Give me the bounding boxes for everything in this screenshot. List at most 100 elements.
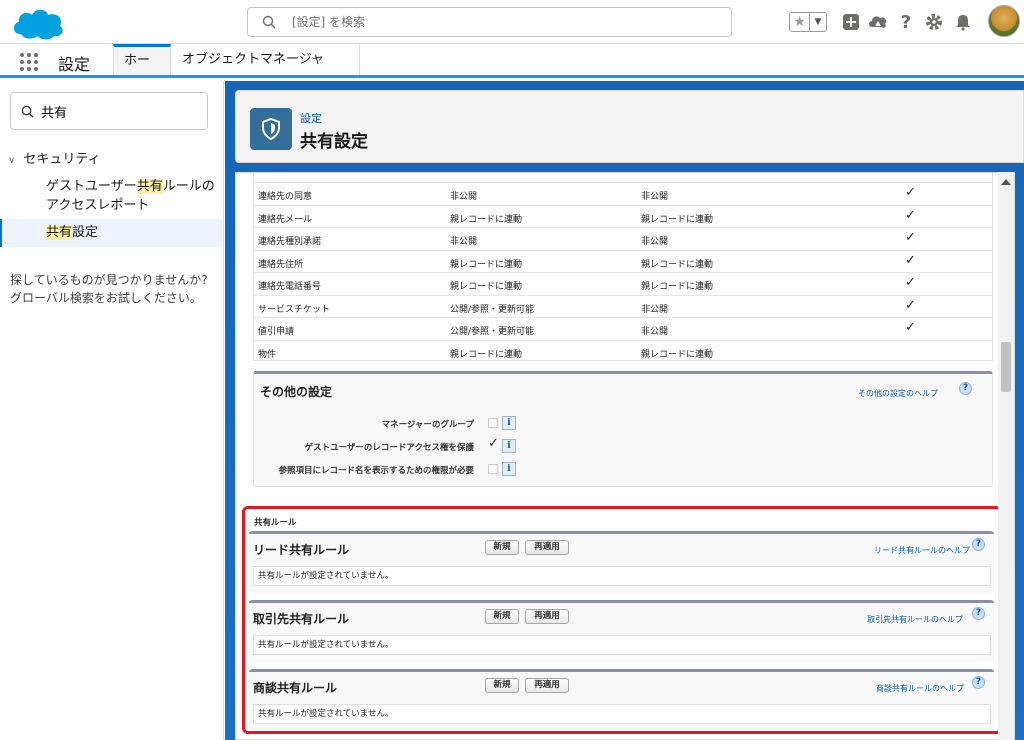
info-icon[interactable]: i	[502, 462, 516, 476]
favorites-group[interactable]: ★ ▼	[789, 12, 827, 32]
table-row: 連絡先の同意 非公開 非公開 ✓	[254, 183, 992, 206]
external-access: 親レコードに連動	[641, 214, 714, 225]
add-icon[interactable]	[841, 12, 861, 32]
global-search-input[interactable]	[292, 13, 712, 31]
setting-label: 参照項目にレコード名を表示するための権限が必要	[278, 466, 474, 476]
checkmark-icon[interactable]: ✓	[488, 436, 499, 451]
internal-access: 親レコードに連動	[450, 282, 523, 292]
setting-checkbox[interactable]	[488, 418, 498, 428]
table-row: 連絡先メール 親レコードに連動 親レコードに連動 ✓	[254, 206, 992, 228]
table-row	[254, 173, 992, 183]
sidebar-item-sharing-settings[interactable]: 共有設定	[0, 219, 223, 247]
internal-access: 親レコードに連動	[450, 349, 523, 360]
help-icon[interactable]: ?	[959, 382, 972, 395]
tab-object-manager[interactable]: オブジェクトマネージャー﹀	[172, 44, 360, 98]
empty-message: 共有ルールが設定されていません。	[253, 566, 991, 586]
table-row: 値引申請 公開/参照・更新可能 非公開 ✓	[254, 318, 992, 341]
help-icon[interactable]: ?	[972, 676, 985, 689]
quick-find[interactable]	[10, 92, 208, 130]
object-name: 値引申請	[258, 327, 295, 337]
new-button[interactable]: 新規	[485, 609, 519, 624]
caret-down-icon[interactable]: ▼	[810, 13, 826, 31]
app-launcher-icon[interactable]	[20, 53, 38, 71]
sharing-rules-highlight: 共有ルール リード共有ルール 新規 再適用 リード共有ルールのヘルプ ? 共有ル…	[242, 506, 1002, 734]
opportunity-sharing-rules: 商談共有ルール 新規 再適用 商談共有ルールのヘルプ ? 共有ルールが設定されて…	[249, 669, 994, 731]
other-settings-title: その他の設定	[260, 385, 333, 399]
reapply-button[interactable]: 再適用	[525, 540, 569, 555]
table-row: 連絡先電話番号 親レコードに連動 親レコードに連動 ✓	[254, 273, 992, 296]
reapply-button[interactable]: 再適用	[525, 609, 569, 624]
rule-title: 商談共有ルール	[253, 681, 338, 695]
setting-label: ゲストユーザーのレコードアクセス権を保護	[304, 443, 474, 453]
breadcrumb-setup[interactable]: 設定	[300, 110, 322, 126]
salesforce-logo[interactable]	[10, 4, 66, 42]
object-name: 連絡先の同意	[258, 192, 313, 202]
checkmark-icon: ✓	[905, 297, 916, 313]
rule-help-link[interactable]: リード共有ルールのヘルプ	[874, 545, 970, 556]
info-icon[interactable]: i	[502, 416, 516, 430]
info-icon[interactable]: i	[502, 439, 516, 453]
table-row: 連絡先住所 親レコードに連動 親レコードに連動 ✓	[254, 251, 992, 273]
internal-access: 非公開	[450, 237, 478, 247]
content-scrollbar[interactable]	[998, 172, 1014, 740]
other-settings-help-link[interactable]: その他の設定のヘルプ	[858, 388, 938, 399]
search-highlight: 共有	[136, 179, 163, 194]
rule-title: 取引先共有ルール	[253, 612, 350, 626]
page-header: 設定 共有設定	[235, 90, 1024, 163]
org-wide-defaults-table: 連絡先の同意 非公開 非公開 ✓ 連絡先メール 親レコードに連動 親レコードに連動 ✓ 連絡…	[253, 173, 993, 361]
tree-section-security[interactable]: ∨ セキュリティ	[8, 148, 101, 167]
app-navigation: 設定 ホーム オブジェクトマネージャー﹀	[0, 44, 1024, 98]
global-search[interactable]	[247, 7, 732, 37]
checkmark-icon: ✓	[905, 320, 916, 335]
sidebar-item-guest-sharing-report[interactable]: ゲストユーザー共有ルールのアクセスレポート	[0, 177, 223, 219]
object-name: 連絡先電話番号	[258, 282, 322, 292]
internal-access: 非公開	[450, 192, 478, 202]
sidebar-item-text: ゲストユーザー	[46, 179, 137, 194]
reapply-button[interactable]: 再適用	[525, 678, 569, 693]
lead-sharing-rules: リード共有ルール 新規 再適用 リード共有ルールのヘルプ ? 共有ルールが設定さ…	[249, 531, 994, 593]
trailhead-icon[interactable]	[868, 12, 888, 32]
checkmark-icon: ✓	[905, 230, 916, 245]
empty-message: 共有ルールが設定されていません。	[253, 635, 991, 655]
star-icon[interactable]: ★	[790, 13, 810, 31]
scrollbar-thumb[interactable]	[1001, 342, 1011, 392]
internal-access: 公開/参照・更新可能	[450, 327, 535, 337]
global-header: ★ ▼ ?	[0, 0, 1024, 44]
search-icon	[21, 105, 34, 118]
new-button[interactable]: 新規	[485, 540, 519, 555]
sharing-rules-heading: 共有ルール	[254, 518, 297, 528]
not-found-hint: 探しているものが見つかりませんか? グローバル検索をお試しください。	[10, 271, 220, 307]
setup-sidebar: ∨ セキュリティ ゲストユーザー共有ルールのアクセスレポート 共有設定 探している…	[0, 81, 224, 740]
global-search-hint: グローバル検索をお試しください。	[10, 291, 202, 305]
object-name: 物件	[258, 349, 277, 360]
table-row: サービスチケット 公開/参照・更新可能 非公開 ✓	[254, 296, 992, 318]
notification-bell-icon[interactable]	[953, 12, 973, 32]
object-name: サービスチケット	[258, 304, 331, 315]
help-icon[interactable]: ?	[896, 12, 916, 33]
table-row: 連絡先種別承諾 非公開 非公開 ✓	[254, 228, 992, 251]
tab-home[interactable]: ホーム	[113, 44, 171, 96]
avatar[interactable]	[988, 5, 1020, 37]
help-icon[interactable]: ?	[972, 607, 985, 620]
internal-access: 公開/参照・更新可能	[450, 304, 535, 315]
external-access: 非公開	[641, 327, 669, 337]
external-access: 非公開	[641, 237, 669, 247]
rule-help-link[interactable]: 商談共有ルールのヘルプ	[876, 683, 964, 694]
setup-gear-icon[interactable]	[924, 12, 944, 32]
setting-manager-groups: マネージャーのグループ i	[254, 414, 554, 434]
tree-section-label: セキュリティ	[23, 152, 101, 167]
checkmark-icon: ✓	[905, 275, 916, 290]
rule-help-link[interactable]: 取引先共有ルールのヘルプ	[867, 614, 963, 625]
chevron-down-icon[interactable]: ∨	[8, 155, 15, 166]
internal-access: 親レコードに連動	[450, 214, 523, 225]
setting-checkbox[interactable]	[488, 464, 498, 474]
new-button[interactable]: 新規	[485, 678, 519, 693]
internal-access: 親レコードに連動	[450, 259, 523, 270]
quick-find-input[interactable]	[41, 102, 201, 120]
app-name: 設定	[58, 55, 91, 74]
scroll-up-arrow-icon[interactable]	[1001, 179, 1011, 185]
setting-secure-guest-access: ゲストユーザーのレコードアクセス権を保護 ✓ i	[254, 436, 554, 457]
help-icon[interactable]: ?	[972, 538, 985, 551]
shield-icon	[250, 108, 292, 150]
external-access: 親レコードに連動	[641, 349, 714, 360]
